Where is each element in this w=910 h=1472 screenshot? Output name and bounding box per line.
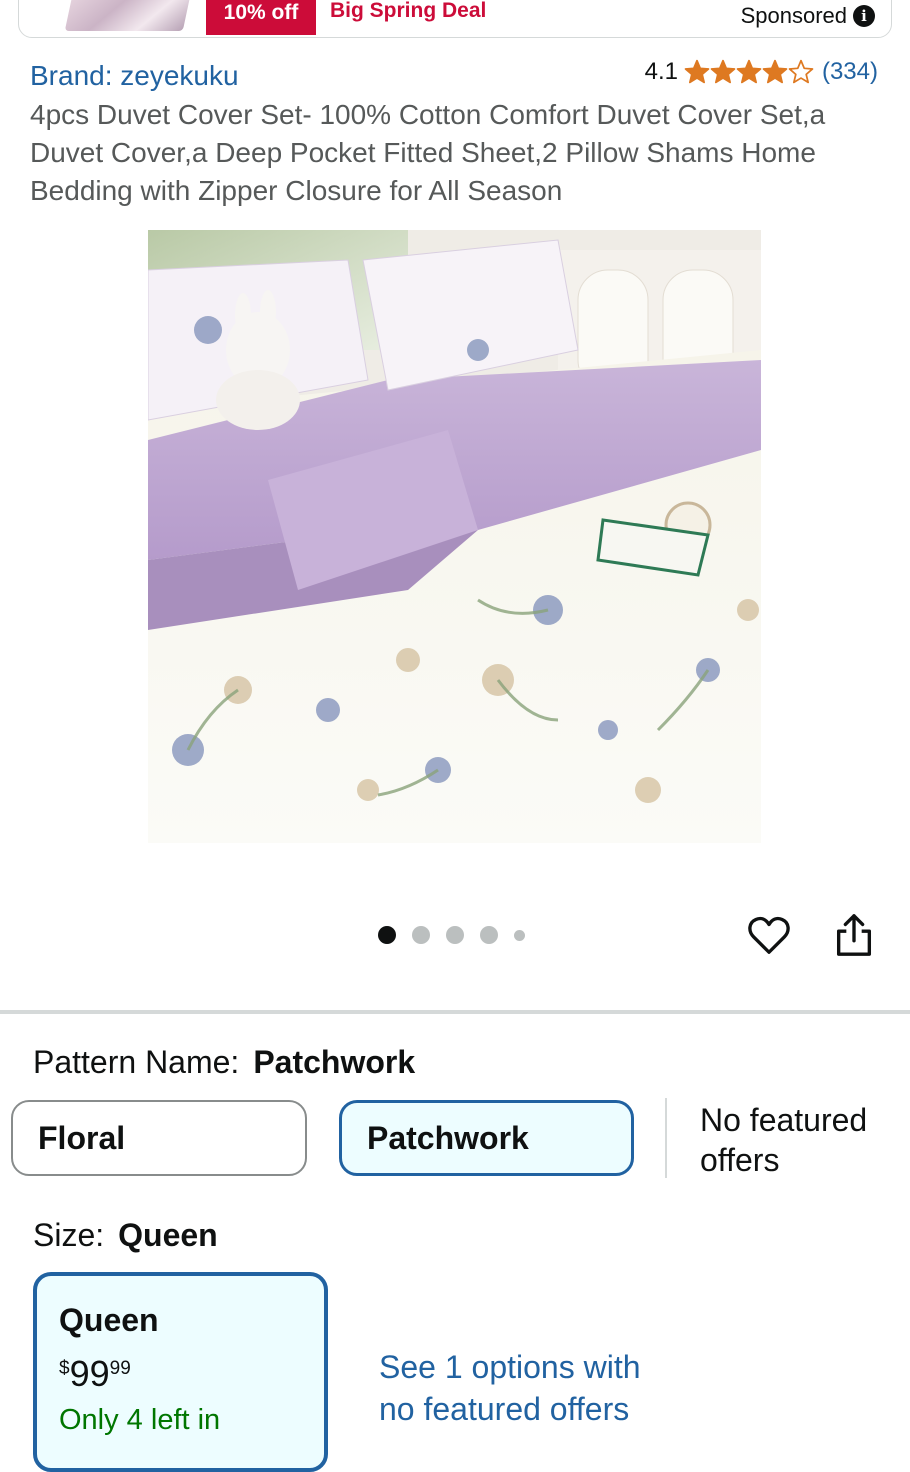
star-icon — [736, 59, 762, 84]
star-icon — [684, 59, 710, 84]
ad-product-thumbnail[interactable] — [64, 0, 192, 31]
info-icon[interactable]: i — [853, 5, 875, 27]
bedding-photo — [148, 230, 761, 843]
pattern-selected-value: Patchwork — [253, 1044, 416, 1080]
sponsored-label[interactable]: Sponsored i — [741, 3, 875, 29]
brand-link[interactable]: Brand: zeyekuku — [30, 60, 239, 92]
star-rating — [684, 59, 814, 85]
sponsored-text: Sponsored — [740, 3, 847, 28]
size-option-name: Queen — [59, 1302, 159, 1338]
pattern-separator — [665, 1098, 667, 1178]
carousel-dot[interactable] — [514, 929, 525, 941]
image-carousel-dots[interactable] — [378, 926, 525, 944]
no-offers-line: offers — [700, 1142, 780, 1178]
carousel-dot[interactable] — [480, 926, 498, 944]
carousel-dot[interactable] — [446, 926, 464, 944]
sponsored-ad-banner[interactable]: 10% off Big Spring Deal Sponsored i — [18, 0, 892, 38]
size-selected-value: Queen — [118, 1217, 218, 1253]
section-divider — [0, 1010, 910, 1014]
heart-icon[interactable] — [746, 912, 792, 958]
pattern-option-patchwork[interactable]: Patchwork — [339, 1100, 634, 1176]
review-count-link[interactable]: (334) — [822, 58, 878, 86]
star-icon — [762, 59, 788, 84]
no-featured-offers-note: No featured offers — [700, 1100, 867, 1180]
star-icon — [710, 59, 736, 84]
size-label: Size: — [33, 1217, 105, 1253]
pattern-option-label: Floral — [38, 1119, 126, 1156]
size-option-price: $ 99 99 — [59, 1354, 131, 1394]
deal-label: Big Spring Deal — [330, 0, 487, 22]
see-options-line: See 1 options with — [379, 1349, 641, 1385]
rating-value: 4.1 — [644, 58, 678, 85]
pattern-option-floral[interactable]: Floral — [11, 1100, 307, 1176]
no-offers-line: No featured — [700, 1102, 868, 1138]
product-image[interactable] — [148, 230, 761, 843]
price-symbol: $ — [59, 1358, 70, 1379]
price-cents: 99 — [109, 1358, 131, 1379]
rating-summary[interactable]: 4.1 (334) — [645, 58, 878, 86]
size-label-row: Size: Queen — [33, 1217, 218, 1254]
pattern-label: Pattern Name: — [33, 1044, 240, 1080]
stock-status: Only 4 left in — [59, 1404, 221, 1436]
see-options-line: no featured offers — [379, 1391, 630, 1427]
share-icon[interactable] — [834, 912, 874, 958]
see-options-link[interactable]: See 1 options with no featured offers — [379, 1346, 641, 1430]
pattern-option-label: Patchwork — [367, 1119, 529, 1156]
discount-badge: 10% off — [206, 0, 316, 35]
price-whole: 99 — [69, 1353, 110, 1394]
pattern-label-row: Pattern Name: Patchwork — [33, 1044, 415, 1081]
carousel-dot[interactable] — [412, 926, 430, 944]
size-option-queen[interactable]: Queen $ 99 99 Only 4 left in — [33, 1272, 328, 1472]
carousel-dot[interactable] — [378, 926, 396, 944]
star-icon — [788, 59, 814, 84]
product-title: 4pcs Duvet Cover Set- 100% Cotton Comfor… — [30, 99, 826, 206]
